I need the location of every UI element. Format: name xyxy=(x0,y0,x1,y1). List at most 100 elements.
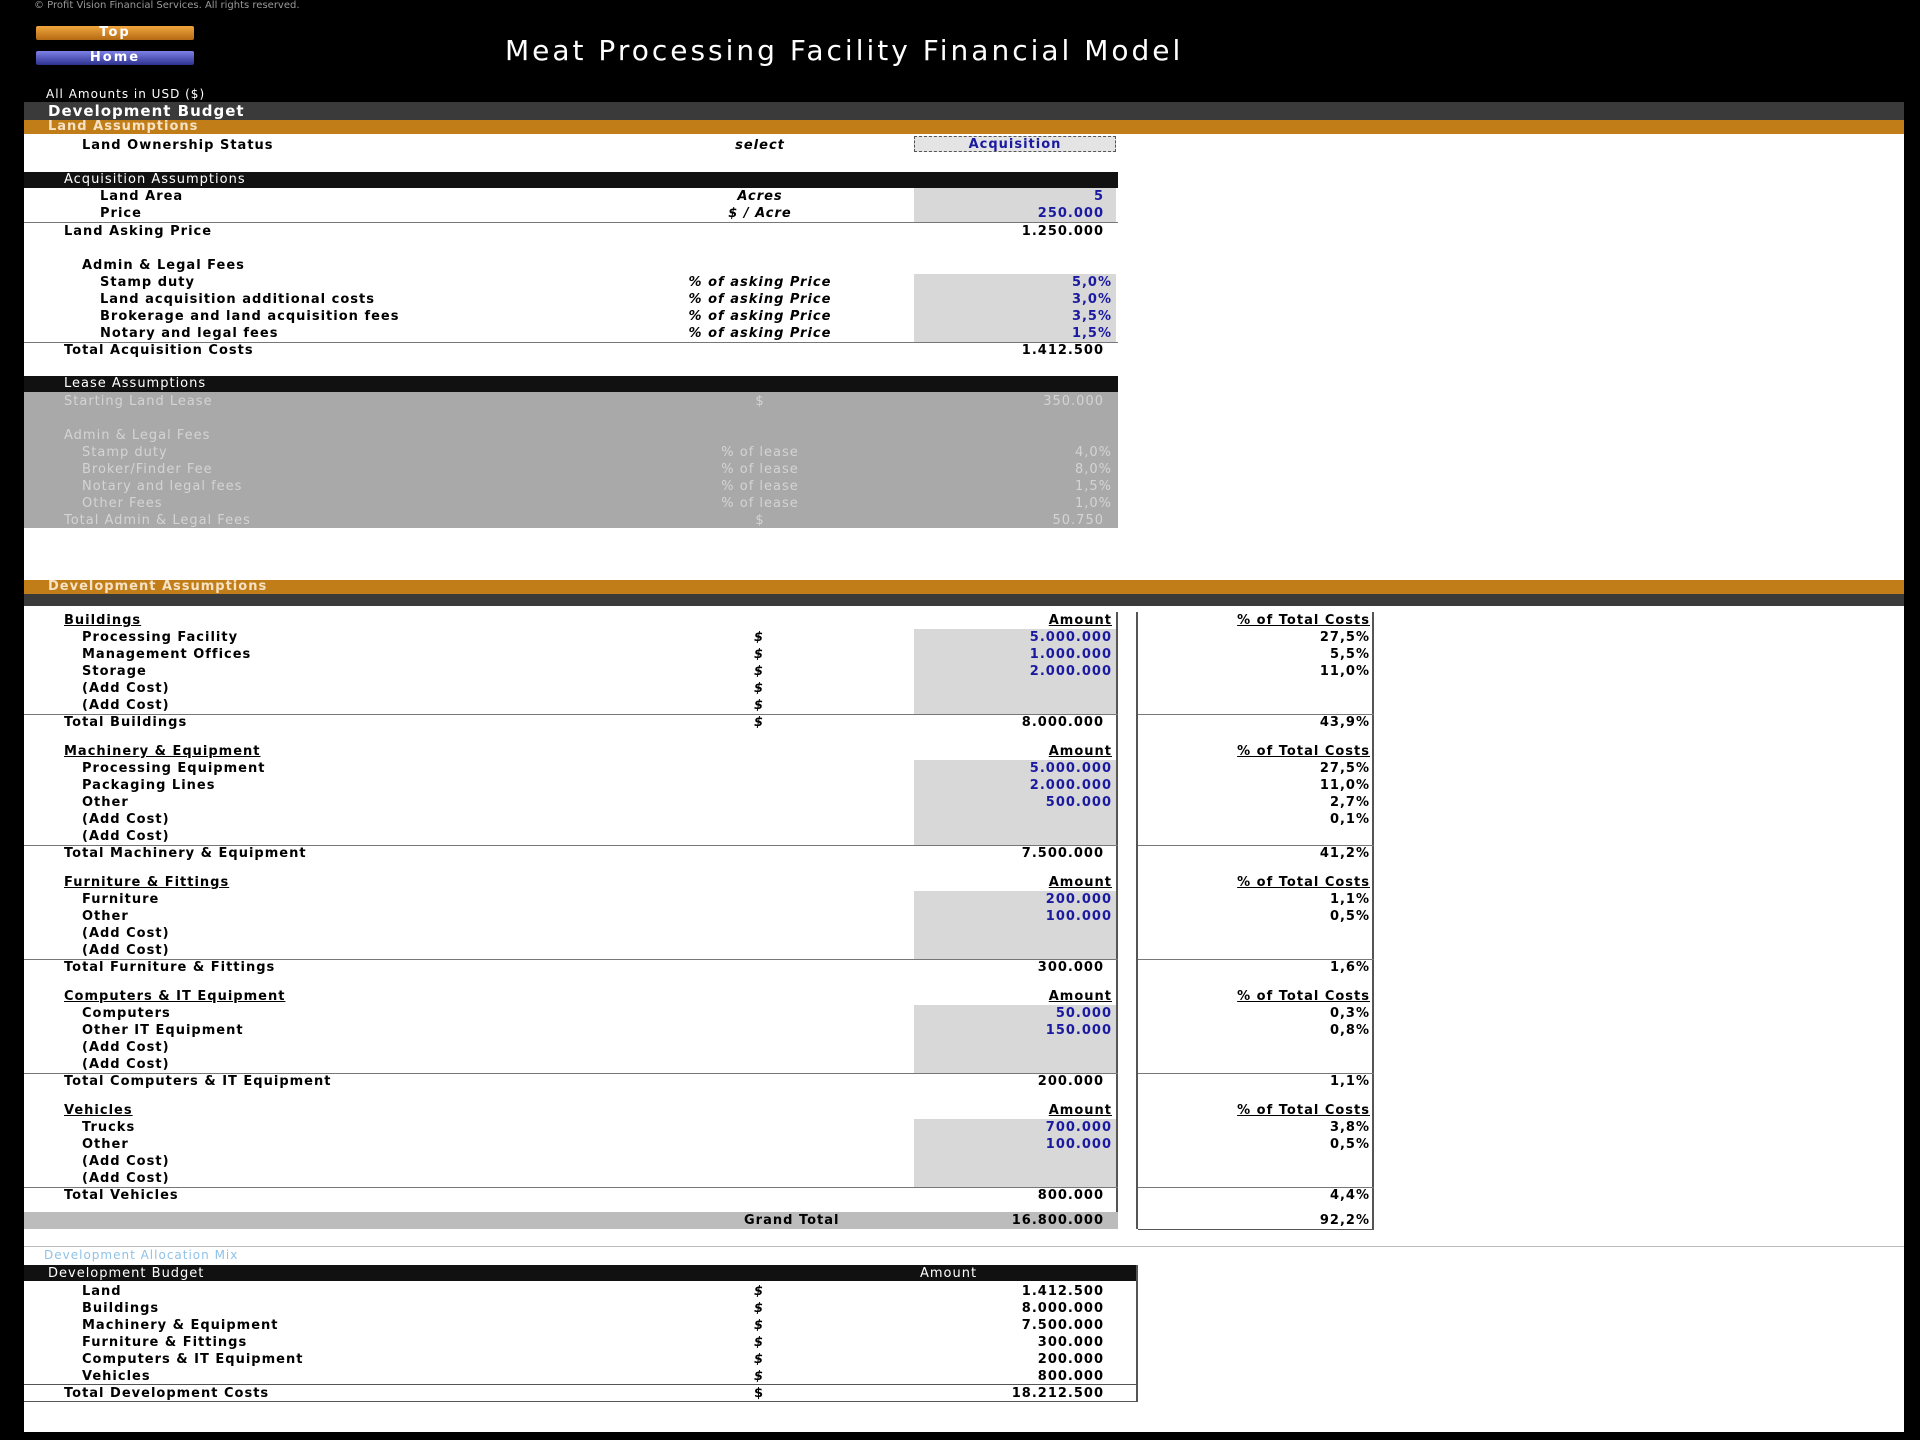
item-input[interactable]: 100.000 xyxy=(914,908,1112,925)
price-label: Price xyxy=(100,206,142,221)
item-unit: $ xyxy=(754,664,765,679)
item-input[interactable] xyxy=(914,697,1112,714)
summary-row-unit: $ xyxy=(754,1318,765,1333)
group-total-pct: 1,6% xyxy=(1329,960,1370,975)
group-total-pct: 43,9% xyxy=(1319,715,1370,730)
pct-column-header: % of Total Costs xyxy=(1237,875,1370,890)
item-unit: $ xyxy=(754,698,765,713)
allocation-mix-link[interactable]: Development Allocation Mix xyxy=(44,1248,238,1262)
item-label: (Add Cost) xyxy=(82,829,170,844)
lease-fee-unit: % of lease xyxy=(721,479,799,494)
item-input[interactable] xyxy=(914,942,1112,959)
item-unit: $ xyxy=(754,681,765,696)
pct-column-header: % of Total Costs xyxy=(1237,989,1370,1004)
fee-label: Notary and legal fees xyxy=(100,326,279,341)
item-input[interactable]: 100.000 xyxy=(914,1136,1112,1153)
lease-total-label: Total Admin & Legal Fees xyxy=(64,513,251,528)
summary-row-unit: $ xyxy=(754,1301,765,1316)
summary-row-label: Furniture & Fittings xyxy=(82,1335,248,1350)
item-label: Other xyxy=(82,795,129,810)
fee-input[interactable]: 3,5% xyxy=(914,308,1112,325)
item-input[interactable] xyxy=(914,1056,1112,1073)
group-title: Machinery & Equipment xyxy=(64,744,261,759)
item-pct xyxy=(1138,680,1370,697)
group-total-label: Total Furniture & Fittings xyxy=(64,960,276,975)
item-input[interactable] xyxy=(914,811,1112,828)
item-input[interactable]: 5.000.000 xyxy=(914,760,1112,777)
lease-total-value: 50.750 xyxy=(1052,513,1104,528)
fee-input[interactable]: 5,0% xyxy=(914,274,1112,291)
item-input[interactable]: 200.000 xyxy=(914,891,1112,908)
item-pct: 27,5% xyxy=(1319,630,1370,645)
fee-input[interactable]: 1,5% xyxy=(914,325,1112,342)
item-pct: 3,8% xyxy=(1329,1120,1370,1135)
land-area-label: Land Area xyxy=(100,189,184,204)
summary-header: Development Budget xyxy=(48,1266,205,1281)
item-label: (Add Cost) xyxy=(82,943,170,958)
item-input[interactable] xyxy=(914,1039,1112,1056)
item-input[interactable] xyxy=(914,1153,1112,1170)
total-development-label: Total Development Costs xyxy=(64,1386,270,1401)
item-input[interactable]: 150.000 xyxy=(914,1022,1112,1039)
column-divider xyxy=(1116,612,1118,1229)
item-pct: 0,1% xyxy=(1329,812,1370,827)
land-asking-price-value: 1.250.000 xyxy=(1021,224,1104,239)
summary-row-label: Machinery & Equipment xyxy=(82,1318,279,1333)
price-input[interactable]: 250.000 xyxy=(914,205,1104,222)
item-pct xyxy=(1138,1170,1370,1187)
item-label: Packaging Lines xyxy=(82,778,216,793)
item-input[interactable]: 2.000.000 xyxy=(914,663,1112,680)
summary-row-unit: $ xyxy=(754,1335,765,1350)
item-input[interactable] xyxy=(914,925,1112,942)
item-input[interactable] xyxy=(914,1170,1112,1187)
summary-row-value: 200.000 xyxy=(1037,1352,1104,1367)
home-button[interactable]: Home xyxy=(36,51,194,65)
item-pct: 11,0% xyxy=(1319,664,1370,679)
admin-fees-header: Admin & Legal Fees xyxy=(82,258,245,273)
land-area-unit: Acres xyxy=(737,189,783,204)
divider xyxy=(24,1401,1138,1402)
group-total-pct: 41,2% xyxy=(1319,846,1370,861)
total-acquisition-label: Total Acquisition Costs xyxy=(64,343,254,358)
fee-label: Brokerage and land acquisition fees xyxy=(100,309,400,324)
item-pct: 0,5% xyxy=(1329,909,1370,924)
group-title: Vehicles xyxy=(64,1103,133,1118)
lease-fee-value: 1,0% xyxy=(1074,496,1112,511)
item-pct xyxy=(1138,1039,1370,1056)
top-button[interactable]: Top xyxy=(36,26,194,40)
item-input[interactable] xyxy=(914,828,1112,845)
item-pct: 1,1% xyxy=(1329,892,1370,907)
item-input[interactable]: 5.000.000 xyxy=(914,629,1112,646)
item-label: Furniture xyxy=(82,892,160,907)
grand-total-pct: 92,2% xyxy=(1319,1213,1370,1228)
item-pct xyxy=(1138,697,1370,714)
lease-admin-header: Admin & Legal Fees xyxy=(64,428,211,443)
item-input[interactable]: 2.000.000 xyxy=(914,777,1112,794)
fee-unit: % of asking Price xyxy=(688,292,832,307)
summary-row-unit: $ xyxy=(754,1352,765,1367)
group-total-value: 7.500.000 xyxy=(1021,846,1104,861)
starting-lease-unit: $ xyxy=(755,394,765,409)
item-input[interactable] xyxy=(914,680,1112,697)
item-label: (Add Cost) xyxy=(82,926,170,941)
item-pct xyxy=(1138,942,1370,959)
summary-row-unit: $ xyxy=(754,1369,765,1384)
lease-fee-unit: % of lease xyxy=(721,445,799,460)
fee-input[interactable]: 3,0% xyxy=(914,291,1112,308)
item-pct: 5,5% xyxy=(1329,647,1370,662)
item-input[interactable]: 1.000.000 xyxy=(914,646,1112,663)
fee-unit: % of asking Price xyxy=(688,275,832,290)
item-input[interactable]: 50.000 xyxy=(914,1005,1112,1022)
lease-fee-value: 8,0% xyxy=(1074,462,1112,477)
summary-row-value: 800.000 xyxy=(1037,1369,1104,1384)
item-label: (Add Cost) xyxy=(82,812,170,827)
amount-column-header: Amount xyxy=(1048,875,1112,890)
item-input[interactable]: 700.000 xyxy=(914,1119,1112,1136)
item-input[interactable]: 500.000 xyxy=(914,794,1112,811)
land-ownership-value[interactable]: Acquisition xyxy=(914,136,1116,153)
lease-fee-value: 4,0% xyxy=(1074,445,1112,460)
land-area-input[interactable]: 5 xyxy=(914,188,1104,205)
group-total-value: 200.000 xyxy=(1037,1074,1104,1089)
summary-row-label: Computers & IT Equipment xyxy=(82,1352,304,1367)
land-assumptions-header: Land Assumptions xyxy=(24,120,1904,134)
